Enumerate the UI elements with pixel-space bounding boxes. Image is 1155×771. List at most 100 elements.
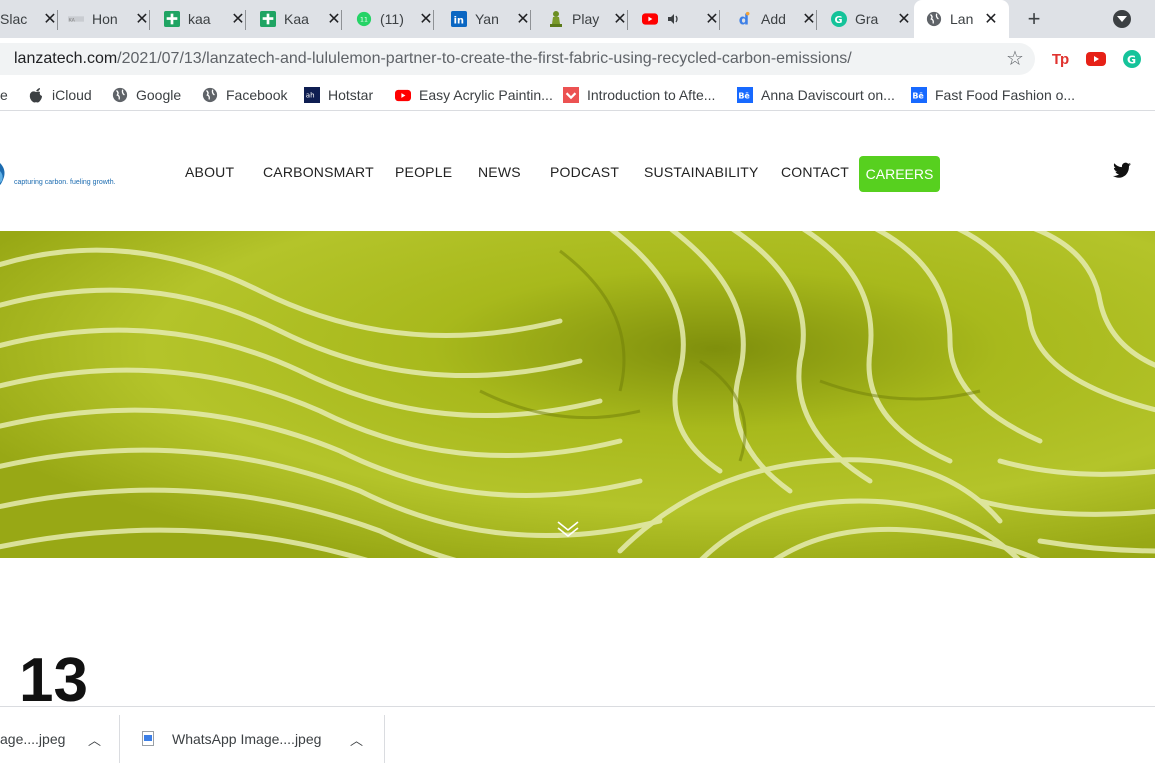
close-icon[interactable]: ✕ <box>515 11 531 28</box>
close-icon[interactable]: ✕ <box>134 11 150 28</box>
close-icon[interactable]: ✕ <box>418 11 434 28</box>
download-filename: WhatsApp Image....jpeg <box>172 731 322 747</box>
svg-text:in: in <box>454 15 464 26</box>
download-item-1[interactable]: age....jpeg ︿ <box>0 707 120 771</box>
svg-text:G: G <box>835 15 843 26</box>
grammarly-icon: G <box>831 11 847 27</box>
close-icon[interactable]: ✕ <box>704 11 720 28</box>
bookmark-facebook[interactable]: Facebook <box>202 85 287 105</box>
youtube-icon <box>395 87 411 103</box>
bookmark-after-effects[interactable]: Introduction to Afte... <box>563 85 715 105</box>
behance-icon: Bē <box>911 87 927 103</box>
bookmark-label: Anna Daviscourt on... <box>761 87 895 103</box>
download-bar: age....jpeg ︿ WhatsApp Image....jpeg ︿ <box>0 706 1155 771</box>
udemy-icon <box>563 87 579 103</box>
nav-about[interactable]: ABOUT <box>185 164 234 180</box>
scroll-down-chevron-icon[interactable] <box>557 521 579 537</box>
url-text[interactable]: lanzatech.com/2021/07/13/lanzatech-and-l… <box>14 43 852 75</box>
whatsapp-icon: 11 <box>356 11 372 27</box>
twitter-icon[interactable] <box>1111 162 1131 180</box>
nav-podcast[interactable]: PODCAST <box>550 164 619 180</box>
tab-chess[interactable]: Play ✕ <box>540 0 628 38</box>
khan-icon: KA <box>68 11 84 27</box>
bookmark-label: Fast Food Fashion o... <box>935 87 1076 103</box>
youtube-icon <box>642 11 658 27</box>
linkedin-icon: in <box>451 11 467 27</box>
bookmark-hotstar[interactable]: ah Hotstar <box>304 85 373 105</box>
tab-sheets-2[interactable]: Kaa ✕ <box>252 0 342 38</box>
url-path: /2021/07/13/lanzatech-and-lululemon-part… <box>117 50 852 67</box>
tab-dropbox[interactable]: d Add ✕ <box>729 0 817 38</box>
hero-image <box>0 231 1155 558</box>
tab-whatsapp[interactable]: 11 (11) ✕ <box>348 0 434 38</box>
site-logo[interactable]: capturing carbon. fueling growth. <box>0 157 116 191</box>
bookmark-anna-daviscourt[interactable]: Bē Anna Daviscourt on... <box>737 85 895 105</box>
tab-label: Hon <box>92 11 118 27</box>
close-icon[interactable]: ✕ <box>42 11 58 28</box>
nav-sustainability[interactable]: SUSTAINABILITY <box>644 164 759 180</box>
tab-label: (11) <box>380 11 404 27</box>
tab-youtube[interactable]: ✕ <box>636 0 720 38</box>
nav-people[interactable]: PEOPLE <box>395 164 452 180</box>
close-icon[interactable]: ✕ <box>230 11 246 28</box>
chevron-up-icon[interactable]: ︿ <box>350 730 363 749</box>
bookmark-label: Hotstar <box>328 87 374 103</box>
tab-lanzatech[interactable]: Lan ✕ <box>914 0 1009 38</box>
nav-carbonsmart[interactable]: CARBONSMART <box>263 164 374 180</box>
tab-label: Slac <box>0 11 28 27</box>
logo-flame-icon <box>0 163 5 185</box>
sheets-icon <box>164 11 180 27</box>
globe-icon <box>112 87 128 103</box>
tab-label: Play <box>572 11 600 27</box>
bookmark-icloud[interactable]: iCloud <box>28 85 92 105</box>
tab-khan[interactable]: KA Hon ✕ <box>58 0 150 38</box>
tab-linkedin[interactable]: in Yan ✕ <box>443 0 531 38</box>
apple-icon <box>28 87 44 103</box>
tab-slack[interactable]: Slac ✕ <box>0 0 58 38</box>
close-icon[interactable]: ✕ <box>896 11 912 28</box>
bookmark-label: Easy Acrylic Paintin... <box>419 87 553 103</box>
browser-tab-strip: Slac ✕ KA Hon ✕ kaa ✕ Kaa ✕ 11 (11) ✕ in… <box>0 0 1155 38</box>
youtube-extension-icon[interactable] <box>1086 49 1106 69</box>
bookmark-acrylic-painting[interactable]: Easy Acrylic Paintin... <box>395 85 553 105</box>
tab-sheets-1[interactable]: kaa ✕ <box>156 0 246 38</box>
svg-text:11: 11 <box>360 17 368 24</box>
nav-contact[interactable]: CONTACT <box>781 164 849 180</box>
dropbox-icon: d <box>737 11 753 28</box>
bookmark-fast-food-fashion[interactable]: Bē Fast Food Fashion o... <box>911 85 1075 105</box>
chess-pawn-icon <box>548 11 564 27</box>
bookmark-cut-off[interactable]: e <box>0 85 8 105</box>
bookmark-label: Facebook <box>226 87 288 103</box>
tp-extension-icon[interactable]: Tp <box>1050 49 1070 69</box>
bookmark-label: iCloud <box>52 87 92 103</box>
browser-toolbar: lanzatech.com/2021/07/13/lanzatech-and-l… <box>0 38 1155 80</box>
bookmark-label: Introduction to Afte... <box>587 87 716 103</box>
globe-icon <box>202 87 218 103</box>
bookmark-google[interactable]: Google <box>112 85 181 105</box>
tab-label: Kaa <box>284 11 309 27</box>
chevron-down-icon <box>1117 16 1127 22</box>
svg-text:ah: ah <box>306 91 315 100</box>
close-icon[interactable]: ✕ <box>612 11 628 28</box>
tab-label: Add <box>761 11 786 27</box>
address-bar[interactable]: lanzatech.com/2021/07/13/lanzatech-and-l… <box>0 43 1035 75</box>
speaker-icon[interactable] <box>666 11 682 27</box>
close-icon[interactable]: ✕ <box>326 11 342 28</box>
tab-label: Lan <box>950 11 974 27</box>
close-icon[interactable]: ✕ <box>801 11 817 28</box>
careers-button[interactable]: CAREERS <box>859 156 940 192</box>
download-filename: age....jpeg <box>0 731 66 747</box>
sheets-icon <box>260 11 276 27</box>
nav-news[interactable]: NEWS <box>478 164 521 180</box>
chevron-up-icon[interactable]: ︿ <box>88 730 101 749</box>
download-item-2[interactable]: WhatsApp Image....jpeg ︿ <box>120 707 385 771</box>
bookmark-star-icon[interactable]: ☆ <box>1005 48 1025 70</box>
tp-extension-label: Tp <box>1051 50 1069 68</box>
grammarly-extension-icon[interactable]: G <box>1122 49 1142 69</box>
close-icon[interactable]: ✕ <box>983 11 999 28</box>
hotstar-icon: ah <box>304 87 320 103</box>
new-tab-button[interactable]: + <box>1022 7 1046 31</box>
tab-grammarly[interactable]: G Gra ✕ <box>825 0 912 38</box>
tab-search-button[interactable] <box>1113 10 1131 28</box>
svg-text:G: G <box>1127 54 1136 67</box>
